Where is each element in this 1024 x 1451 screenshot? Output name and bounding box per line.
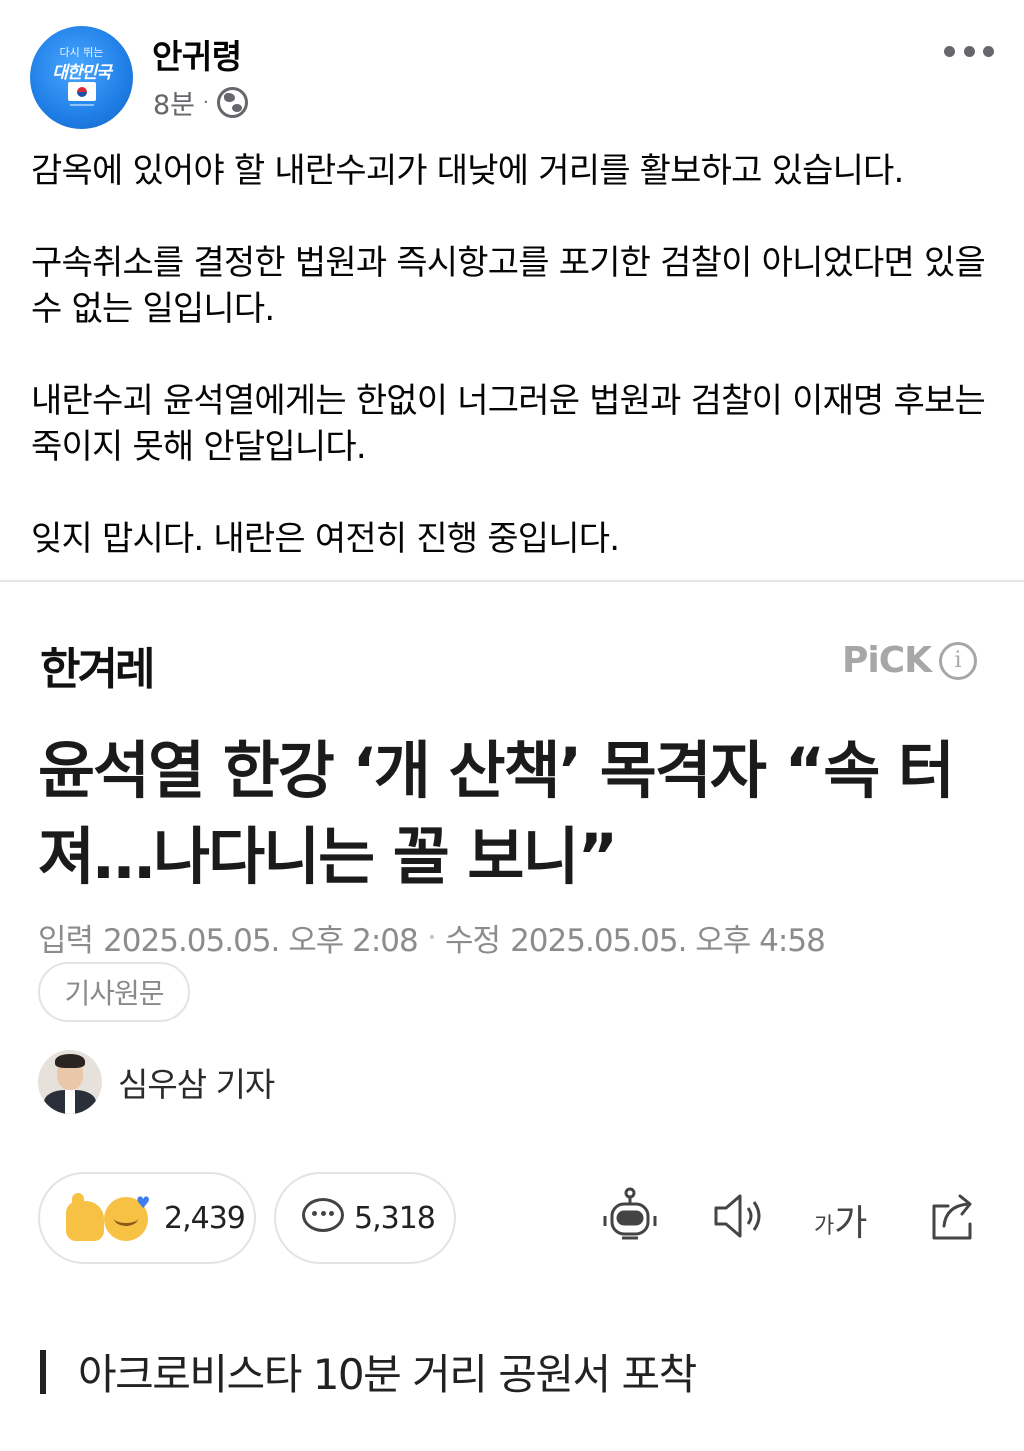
post-paragraph: 잊지 맙시다. 내란은 여전히 진행 중입니다.: [31, 519, 620, 559]
pick-badge[interactable]: PiCK i: [842, 640, 978, 681]
reporter-name[interactable]: 심우삼 기자: [118, 1058, 275, 1106]
author-name[interactable]: 안귀령: [152, 30, 242, 78]
avatar-shirt: [65, 1090, 75, 1114]
fontsize-icon[interactable]: 가 가: [814, 1186, 874, 1246]
robot-icon[interactable]: [600, 1186, 660, 1246]
reporter-avatar[interactable]: [38, 1050, 102, 1114]
globe-icon[interactable]: [216, 86, 248, 118]
comment-dots: [312, 1211, 334, 1216]
share-icon[interactable]: [924, 1186, 984, 1246]
thumbs-up-icon: [66, 1193, 104, 1241]
modified-label: 수정: [445, 923, 501, 959]
info-icon[interactable]: i: [939, 641, 978, 680]
more-icon[interactable]: [944, 38, 994, 64]
post-meta: 8분 ·: [153, 83, 248, 122]
comments-count: 5,318: [354, 1200, 436, 1236]
post-paragraph: 감옥에 있어야 할 내란수괴가 대낮에 거리를 활보하고 있습니다.: [31, 151, 904, 191]
publisher-logo: 한겨레: [40, 644, 155, 695]
more-dot: [983, 45, 994, 57]
speaker-icon[interactable]: [708, 1186, 768, 1246]
modified-date: 2025.05.05. 오후 4:58: [510, 923, 826, 959]
article-dates: 입력 2025.05.05. 오후 2:08 • 수정 2025.05.05. …: [38, 915, 826, 960]
date-separator: •: [427, 929, 436, 946]
divider: [0, 580, 1024, 582]
post-text: 감옥에 있어야 할 내란수괴가 대낮에 거리를 활보하고 있습니다. 구속취소를…: [31, 148, 1001, 562]
page-avatar[interactable]: 다시 뛰는 대한민국: [30, 26, 133, 129]
subheading-bar: [40, 1349, 46, 1394]
heart-icon: ♥: [136, 1193, 150, 1212]
published-label: 입력: [38, 923, 94, 959]
meta-separator: ·: [203, 91, 209, 113]
reactions-button[interactable]: ♥ 2,439: [38, 1172, 256, 1264]
subheading-text: 아크로비스타 10분 거리 공원서 포착: [78, 1350, 697, 1399]
article-subheading: 아크로비스타 10분 거리 공원서 포착: [40, 1341, 697, 1402]
published-date: 2025.05.05. 오후 2:08: [103, 923, 419, 959]
post-header: 다시 뛰는 대한민국 안귀령 8분 ·: [0, 0, 1024, 140]
post-time[interactable]: 8분: [153, 83, 195, 122]
avatar-hair: [55, 1054, 85, 1068]
more-dot: [944, 45, 955, 57]
reaction-icon: ♥: [66, 1193, 154, 1243]
avatar-slogan-big: 대한민국: [52, 63, 112, 83]
comment-icon: [302, 1198, 344, 1238]
pick-label: PiCK: [842, 640, 932, 681]
fontsize-small: 가: [814, 1214, 834, 1239]
avatar-decoration: [70, 104, 94, 118]
fontsize-large: 가: [834, 1203, 867, 1244]
post-paragraph: 내란수괴 윤석열에게는 한없이 너그러운 법원과 검찰이 이재명 후보는 죽이지…: [31, 381, 986, 467]
post-paragraph: 구속취소를 결정한 법원과 즉시항고를 포기한 검찰이 아니었다면 있을 수 없…: [31, 243, 986, 329]
original-article-button[interactable]: 기사원문: [38, 962, 190, 1022]
reactions-count: 2,439: [164, 1200, 246, 1236]
flag-icon: [68, 82, 96, 101]
comments-button[interactable]: 5,318: [274, 1172, 456, 1264]
article-headline: 윤석열 한강 ‘개 산책’ 목격자 “속 터져…나다니는 꼴 보니”: [38, 734, 955, 893]
more-dot: [963, 45, 975, 57]
